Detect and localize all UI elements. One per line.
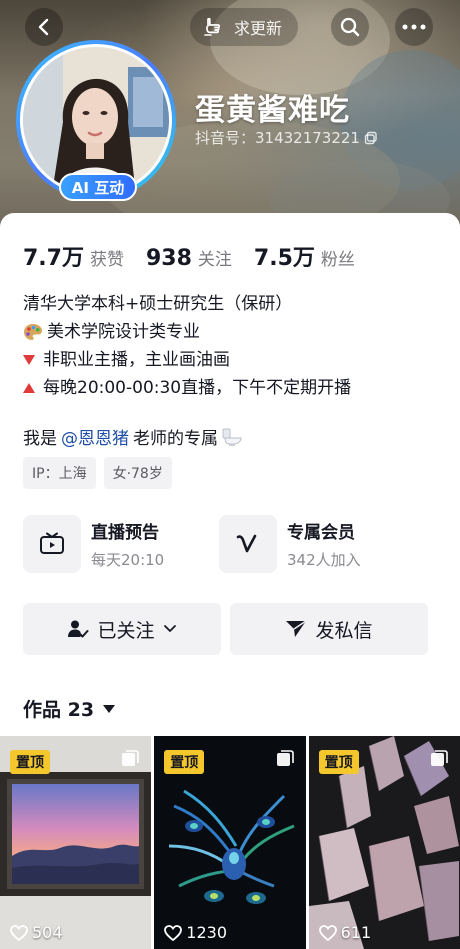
profile-nickname: 蛋黄酱难吃 [195,93,350,128]
like-count-text: 611 [340,923,372,942]
more-dots-icon [402,24,426,30]
douyin-id-row[interactable]: 抖音号：31432173221 [195,127,378,148]
v-icon [236,534,257,553]
mention-link[interactable]: @恩恩猪 [61,424,129,449]
stat-followers[interactable]: 7.5万 粉丝 [254,240,355,272]
followed-button[interactable]: 已关注 [23,603,221,655]
gallery-multi-icon [276,750,294,766]
followed-label: 已关注 [97,619,155,642]
bio-line: 非职业主播，主业画油画 [23,346,351,374]
stat-label: 获赞 [89,250,124,270]
membership-entry[interactable]: 专属会员 342人加入 [219,515,415,573]
more-button[interactable] [395,8,433,46]
profile-stats: 7.7万 获赞 938 关注 7.5万 粉丝 [23,240,377,272]
tv-icon [40,532,64,554]
palette-icon [24,324,42,340]
service-subtitle: 每天20:10 [91,551,165,569]
profile-services: 直播预告 每天20:10 专属会员 342人加入 [23,515,415,573]
avatar-portrait [23,47,169,193]
heart-outline-icon [164,924,183,941]
bio-text: 每晚20:00-00:30直播，下午不定期开播 [43,378,352,398]
service-subtitle: 342人加入 [287,551,361,569]
works-tab-label: 作品 23 [23,699,95,721]
search-icon [340,17,360,37]
service-title: 专属会员 [287,523,355,543]
send-icon [286,620,307,637]
pinned-badge: 置顶 [318,750,359,774]
bio-line: 美术学院设计类专业 [23,318,351,346]
stat-number: 7.7万 [23,246,84,271]
bio-text: 非职业主播，主业画油画 [43,350,230,370]
gender-age-tag: 女·78岁 [103,457,172,489]
profile-intro: 我是 @恩恩猪 老师的专属 [23,424,243,449]
chevron-left-icon [38,18,49,36]
send-message-label: 发私信 [315,619,373,642]
gallery-multi-icon [430,750,448,766]
gallery-multi-icon [122,750,140,766]
profile-sheet: 7.7万 获赞 938 关注 7.5万 粉丝 清华大学本科+硕士研究生（保研） … [0,213,460,949]
stat-label: 关注 [197,250,232,270]
pinned-badge: 置顶 [164,750,205,774]
works-grid: 置顶 504 置顶 1230 置顶 611 [0,736,460,949]
bio-text: 美术学院设计类专业 [47,322,200,342]
like-count: 1230 [164,923,227,942]
profile-actions: 已关注 发私信 [23,603,428,655]
bio-line: 清华大学本科+硕士研究生（保研） [23,294,293,314]
works-tab[interactable]: 作品 23 [23,695,116,722]
stat-likes[interactable]: 7.7万 获赞 [23,240,124,272]
user-check-icon [68,620,89,638]
pinned-badge: 置顶 [10,750,50,774]
svc-icon-box [219,515,277,573]
like-count: 611 [318,923,372,942]
heart-outline-icon [10,924,28,941]
douyin-id-text: 抖音号：31432173221 [195,129,360,147]
red-triangle-up-icon [23,383,35,393]
request-update-button[interactable]: 求更新 [190,8,299,46]
like-count: 504 [10,923,63,942]
stat-number: 938 [145,246,192,271]
service-title: 直播预告 [91,523,159,543]
chevron-down-icon [163,625,176,632]
video-thumbnail[interactable]: 置顶 611 [308,736,460,949]
copy-icon[interactable] [364,131,378,145]
intro-prefix: 我是 [23,429,57,449]
video-thumbnail[interactable]: 置顶 504 [0,736,152,949]
heart-outline-icon [318,924,337,941]
profile-bio: 清华大学本科+硕士研究生（保研） 美术学院设计类专业 非职业主播，主业画油画 每… [23,290,351,402]
request-update-label: 求更新 [234,19,283,38]
ip-location-tag: IP：上海 [23,457,96,489]
like-count-text: 1230 [186,923,228,942]
video-thumbnail[interactable]: 置顶 1230 [154,736,306,949]
toilet-icon [222,428,242,446]
stat-label: 粉丝 [320,250,355,270]
ai-interaction-badge[interactable]: AI 互动 [59,173,137,201]
like-count-text: 504 [32,923,63,942]
bio-line: 每晚20:00-00:30直播，下午不定期开播 [23,374,351,402]
caret-down-icon [103,704,116,713]
red-triangle-down-icon [23,355,35,365]
stat-number: 7.5万 [253,246,315,271]
send-message-button[interactable]: 发私信 [230,603,428,655]
profile-tags: IP：上海 女·78岁 [23,457,172,489]
live-preview-entry[interactable]: 直播预告 每天20:10 [23,515,219,573]
back-button[interactable] [25,8,63,46]
intro-suffix: 老师的专属 [133,429,218,449]
hand-point-icon [204,17,220,36]
stat-following[interactable]: 938 关注 [146,245,232,271]
search-button[interactable] [331,8,369,46]
svc-icon-box [23,515,81,573]
